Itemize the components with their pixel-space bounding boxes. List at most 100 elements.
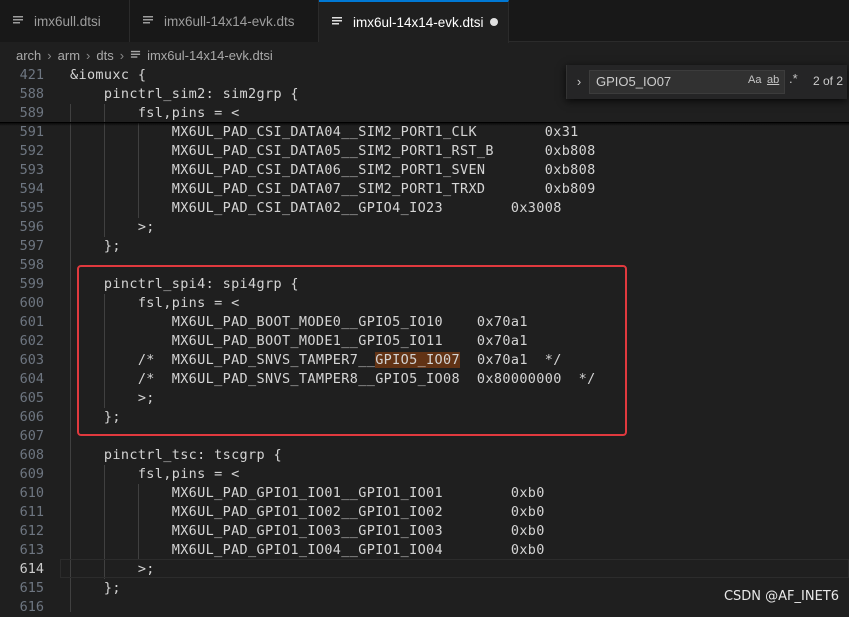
line-number[interactable]: 608 <box>0 446 44 465</box>
code-text-segment: MX6UL_PAD_CSI_DATA06__SIM2_PORT1_SVEN 0x… <box>70 162 596 178</box>
chevron-right-icon[interactable]: › <box>571 73 587 91</box>
code-text-segment: MX6UL_PAD_CSI_DATA07__SIM2_PORT1_TRXD 0x… <box>70 181 596 197</box>
code-text: MX6UL_PAD_GPIO1_IO02__GPIO1_IO02 0xb0 <box>70 503 545 522</box>
line-number[interactable]: 594 <box>0 180 44 199</box>
code-line[interactable]: 613 MX6UL_PAD_GPIO1_IO04__GPIO1_IO04 0xb… <box>0 541 849 560</box>
code-text-segment: }; <box>70 580 121 596</box>
line-number[interactable]: 603 <box>0 351 44 370</box>
code-line[interactable]: 595 MX6UL_PAD_CSI_DATA02__GPIO4_IO23 0x3… <box>0 199 849 218</box>
code-text-segment: fsl,pins = < <box>70 105 240 121</box>
line-number[interactable]: 610 <box>0 484 44 503</box>
code-line[interactable]: 597 }; <box>0 237 849 256</box>
line-number[interactable]: 607 <box>0 427 44 446</box>
match-case-toggle[interactable]: Aa <box>748 74 761 86</box>
code-text: MX6UL_PAD_GPIO1_IO04__GPIO1_IO04 0xb0 <box>70 541 545 560</box>
line-number[interactable]: 596 <box>0 218 44 237</box>
code-text-segment: >; <box>70 219 155 235</box>
file-lines-icon <box>142 14 156 29</box>
code-text-segment: MX6UL_PAD_GPIO1_IO02__GPIO1_IO02 0xb0 <box>70 504 545 520</box>
code-line[interactable]: 611 MX6UL_PAD_GPIO1_IO02__GPIO1_IO02 0xb… <box>0 503 849 522</box>
line-number[interactable]: 612 <box>0 522 44 541</box>
line-number[interactable]: 602 <box>0 332 44 351</box>
code-text: &iomuxc { <box>70 66 146 85</box>
code-text-segment: MX6UL_PAD_CSI_DATA05__SIM2_PORT1_RST_B 0… <box>70 143 596 159</box>
code-line[interactable]: 616 <box>0 598 849 617</box>
breadcrumb-item-file[interactable]: imx6ul-14x14-evk.dtsi <box>147 48 273 63</box>
code-text: MX6UL_PAD_GPIO1_IO03__GPIO1_IO03 0xb0 <box>70 522 545 541</box>
tab-imx6ul-14x14-evk-dtsi[interactable]: imx6ul-14x14-evk.dtsi <box>319 0 509 43</box>
line-number[interactable]: 604 <box>0 370 44 389</box>
tab-imx6ull-14x14-evk-dts[interactable]: imx6ull-14x14-evk.dts <box>130 0 319 42</box>
code-line[interactable]: 589 fsl,pins = < <box>0 104 849 123</box>
whole-word-toggle[interactable]: ab <box>767 74 779 86</box>
code-line[interactable]: 615 }; <box>0 579 849 598</box>
code-text: fsl,pins = < <box>70 104 240 123</box>
code-line[interactable]: 610 MX6UL_PAD_GPIO1_IO01__GPIO1_IO01 0xb… <box>0 484 849 503</box>
code-line[interactable]: 612 MX6UL_PAD_GPIO1_IO03__GPIO1_IO03 0xb… <box>0 522 849 541</box>
chevron-right-icon: › <box>119 47 125 63</box>
tab-label: imx6ul-14x14-evk.dtsi <box>353 15 484 30</box>
current-line-highlight <box>60 559 849 578</box>
chevron-right-icon: › <box>86 47 91 63</box>
line-number[interactable]: 613 <box>0 541 44 560</box>
watermark: CSDN @AF_INET6 <box>723 589 839 604</box>
code-text: MX6UL_PAD_CSI_DATA02__GPIO4_IO23 0x3008 <box>70 199 562 218</box>
line-number[interactable]: 599 <box>0 275 44 294</box>
code-text: }; <box>70 579 121 598</box>
code-line[interactable]: 596 >; <box>0 218 849 237</box>
tab-imx6ull-dtsi[interactable]: imx6ull.dtsi <box>0 0 130 42</box>
code-line[interactable]: 594 MX6UL_PAD_CSI_DATA07__SIM2_PORT1_TRX… <box>0 180 849 199</box>
line-number[interactable]: 615 <box>0 579 44 598</box>
code-line[interactable]: 608 pinctrl_tsc: tscgrp { <box>0 446 849 465</box>
line-number[interactable]: 595 <box>0 199 44 218</box>
code-line[interactable]: 592 MX6UL_PAD_CSI_DATA05__SIM2_PORT1_RST… <box>0 142 849 161</box>
code-text: MX6UL_PAD_GPIO1_IO01__GPIO1_IO01 0xb0 <box>70 484 545 503</box>
line-number[interactable]: 597 <box>0 237 44 256</box>
line-number[interactable]: 588 <box>0 85 44 104</box>
code-text-segment: pinctrl_sim2: sim2grp { <box>70 86 299 102</box>
code-text: MX6UL_PAD_CSI_DATA06__SIM2_PORT1_SVEN 0x… <box>70 161 596 180</box>
tab-label: imx6ull-14x14-evk.dts <box>164 13 295 29</box>
tab-bar: imx6ull.dtsi imx6ull-14x14-evk.dts imx6u… <box>0 0 849 43</box>
line-number[interactable]: 614 <box>0 560 44 579</box>
line-number[interactable]: 600 <box>0 294 44 313</box>
code-line[interactable]: 609 fsl,pins = < <box>0 465 849 484</box>
code-text: >; <box>70 218 155 237</box>
chevron-right-icon: › <box>47 47 52 63</box>
breadcrumb-item-arm[interactable]: arm <box>58 48 80 63</box>
file-lines-icon <box>12 14 26 29</box>
code-text-segment: MX6UL_PAD_GPIO1_IO04__GPIO1_IO04 0xb0 <box>70 542 545 558</box>
find-widget: › GPIO5_IO07 Aa ab .* 2 of 2 <box>566 65 847 99</box>
code-text: }; <box>70 237 121 256</box>
code-text: pinctrl_sim2: sim2grp { <box>70 85 299 104</box>
annotation-box <box>77 265 627 436</box>
line-number[interactable]: 598 <box>0 256 44 275</box>
line-number[interactable]: 592 <box>0 142 44 161</box>
line-number[interactable]: 609 <box>0 465 44 484</box>
code-text-segment: MX6UL_PAD_GPIO1_IO01__GPIO1_IO01 0xb0 <box>70 485 545 501</box>
line-number[interactable]: 593 <box>0 161 44 180</box>
breadcrumb-item-arch[interactable]: arch <box>16 48 41 63</box>
line-number[interactable]: 611 <box>0 503 44 522</box>
find-result-count: 2 of 2 <box>813 74 844 88</box>
code-line[interactable]: 593 MX6UL_PAD_CSI_DATA06__SIM2_PORT1_SVE… <box>0 161 849 180</box>
line-number[interactable]: 589 <box>0 104 44 123</box>
line-number[interactable]: 601 <box>0 313 44 332</box>
line-number[interactable]: 421 <box>0 66 44 85</box>
code-text: pinctrl_tsc: tscgrp { <box>70 446 282 465</box>
file-lines-icon <box>331 15 345 30</box>
unsaved-dot-icon[interactable] <box>490 18 498 26</box>
tab-label: imx6ull.dtsi <box>34 13 101 29</box>
line-number[interactable]: 606 <box>0 408 44 427</box>
breadcrumb: arch › arm › dts › imx6ul-14x14-evk.dtsi <box>0 43 849 67</box>
breadcrumb-item-dts[interactable]: dts <box>96 48 113 63</box>
file-lines-icon <box>130 48 141 63</box>
code-text: fsl,pins = < <box>70 465 240 484</box>
regex-toggle[interactable]: .* <box>789 71 798 86</box>
code-text: MX6UL_PAD_CSI_DATA05__SIM2_PORT1_RST_B 0… <box>70 142 596 161</box>
line-number[interactable]: 616 <box>0 598 44 617</box>
sticky-scroll-divider <box>0 122 849 123</box>
line-number[interactable]: 605 <box>0 389 44 408</box>
code-text-segment: MX6UL_PAD_GPIO1_IO03__GPIO1_IO03 0xb0 <box>70 523 545 539</box>
code-text-segment: MX6UL_PAD_CSI_DATA02__GPIO4_IO23 0x3008 <box>70 200 562 216</box>
